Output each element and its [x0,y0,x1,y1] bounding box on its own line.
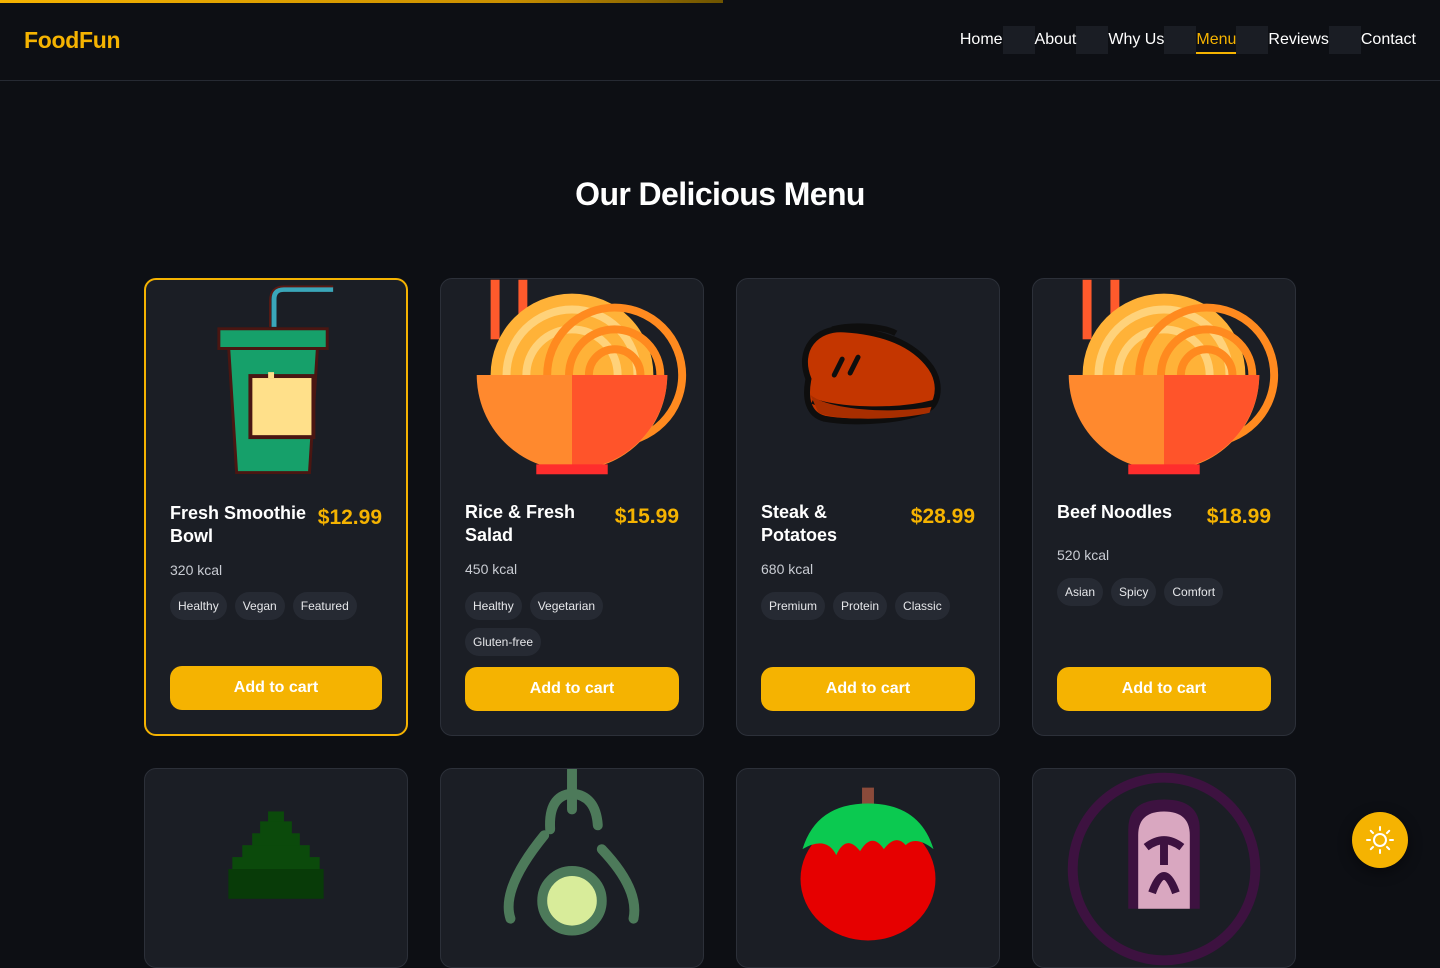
add-to-cart-button[interactable]: Add to cart [761,667,975,711]
theme-toggle-button[interactable] [1352,812,1408,868]
item-name: Rice & Fresh Salad [465,502,576,545]
smoothie-cup-icon [217,285,334,475]
item-kcal: 450 kcal [465,561,518,577]
noodle-bowl-icon [476,279,687,475]
tag: Healthy [465,592,522,620]
item-tags: Healthy Vegan Featured [170,592,386,620]
brand-logo[interactable]: FoodFun [24,27,121,54]
menu-card [144,768,408,968]
tag: Protein [833,592,888,620]
main-nav: Home About Why Us Menu Reviews Contact [959,26,1416,54]
tag: Spicy [1111,578,1157,606]
menu-card: Beef Noodles $18.99 520 kcal Asian Spicy… [1032,278,1296,736]
tag: Vegan [234,592,285,620]
steak-icon [801,323,941,425]
item-kcal: 520 kcal [1057,547,1110,563]
menu-card: Rice & Fresh Salad $15.99 450 kcal Healt… [440,278,704,736]
tomato-icon [800,787,936,941]
site-header: FoodFun Home About Why Us Menu Reviews C… [0,0,1440,81]
add-to-cart-button[interactable]: Add to cart [1057,667,1271,711]
item-price: $15.99 [614,505,679,528]
item-tags: Asian Spicy Comfort [1057,578,1273,606]
menu-card [736,768,1000,968]
item-price: $18.99 [1206,505,1271,528]
noodle-bowl-icon [1068,279,1279,475]
menu-card [1032,768,1296,968]
item-name: Beef Noodles [1057,502,1173,522]
item-tags: Healthy Vegetarian Gluten-free [465,592,681,656]
item-kcal: 680 kcal [761,561,814,577]
tag: Gluten-free [465,628,542,656]
nav-contact[interactable]: Contact [1360,26,1416,54]
nav-reviews[interactable]: Reviews [1268,26,1329,54]
tag: Premium [761,592,826,620]
item-tags: Premium Protein Classic [761,592,977,620]
nav-about[interactable]: About [1034,26,1077,54]
nav-menu[interactable]: Menu [1196,26,1237,54]
tag: Classic [895,592,950,620]
menu-card: Fresh Smoothie Bowl $12.99 320 kcal Heal… [144,278,408,736]
nav-home[interactable]: Home [959,26,1003,54]
item-price: $12.99 [317,506,382,529]
add-to-cart-button[interactable]: Add to cart [170,666,382,710]
menu-card: Steak & Potatoes $28.99 680 kcal Premium… [736,278,1000,736]
item-name: Steak & Potatoes [761,502,838,545]
menu-card [440,768,704,968]
tag: Vegetarian [529,592,604,620]
sun-icon [1366,826,1394,854]
tag: Comfort [1164,578,1224,606]
salmon-icon [1067,772,1261,966]
item-name: Fresh Smoothie Bowl [170,503,307,546]
item-kcal: 320 kcal [170,562,223,578]
broccoli-icon [228,811,324,899]
tag: Healthy [170,592,227,620]
tag: Asian [1057,578,1104,606]
add-to-cart-button[interactable]: Add to cart [465,667,679,711]
section-title: Our Delicious Menu [575,176,865,212]
nav-why-us[interactable]: Why Us [1108,26,1165,54]
avocado-icon [503,769,640,936]
tag: Featured [292,592,357,620]
item-price: $28.99 [910,505,975,528]
